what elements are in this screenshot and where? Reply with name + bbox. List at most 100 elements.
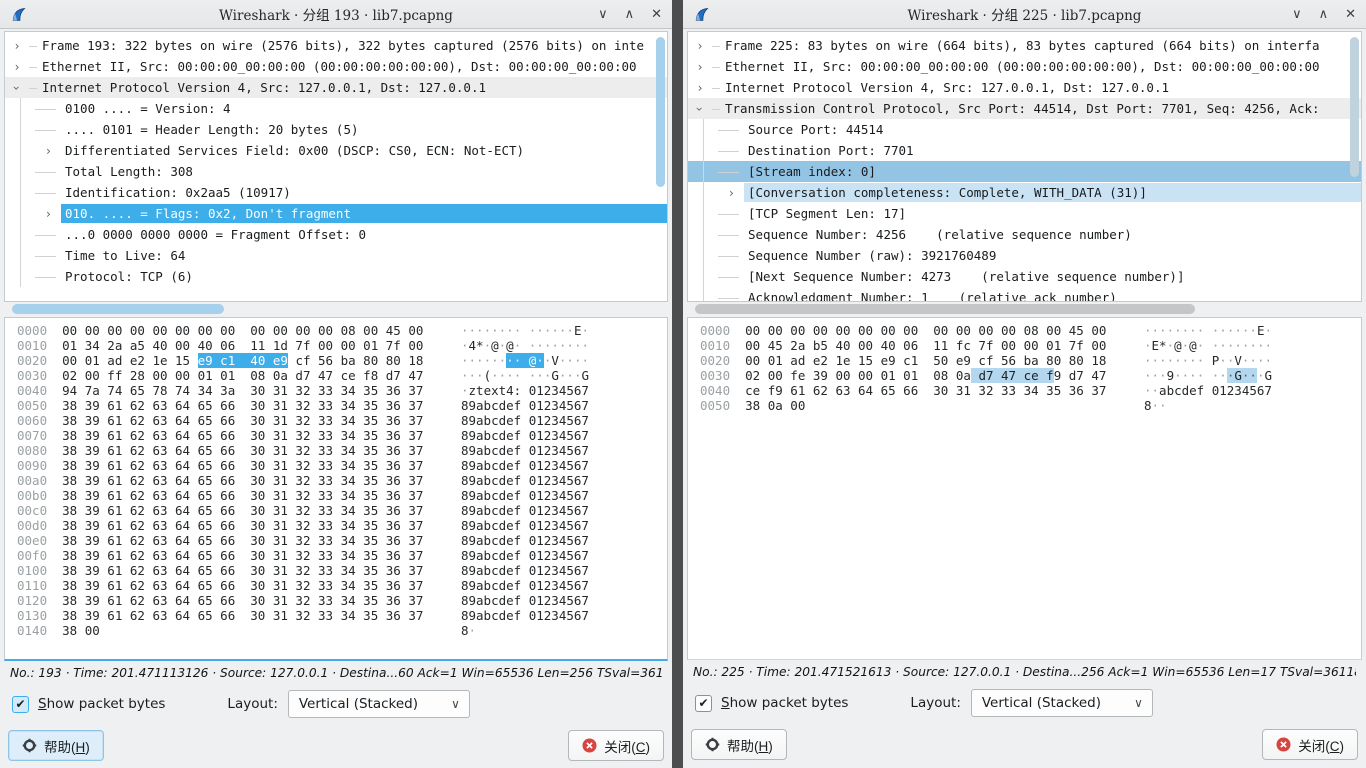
hex-bytes[interactable]: 02 00 ff 28 00 00 01 01 08 0a d7 47 ce f…: [62, 368, 423, 383]
tree-row[interactable]: Source Port: 44514: [688, 119, 1361, 140]
hex-row[interactable]: 011038 39 61 62 63 64 65 66 30 31 32 33 …: [17, 578, 667, 593]
hex-row[interactable]: 003002 00 ff 28 00 00 01 01 08 0a d7 47 …: [17, 368, 667, 383]
horizontal-scrollbar-thumb[interactable]: [695, 304, 1195, 314]
hex-row[interactable]: 00c038 39 61 62 63 64 65 66 30 31 32 33 …: [17, 503, 667, 518]
hex-ascii[interactable]: 8··: [1144, 398, 1167, 413]
window-shade-down-button[interactable]: ∨: [1292, 8, 1302, 21]
help-button[interactable]: 帮助(H): [691, 729, 787, 760]
hex-bytes[interactable]: 38 39 61 62 63 64 65 66 30 31 32 33 34 3…: [62, 413, 423, 428]
hex-bytes[interactable]: 38 39 61 62 63 64 65 66 30 31 32 33 34 3…: [62, 593, 423, 608]
tree-row[interactable]: ›Transmission Control Protocol, Src Port…: [688, 98, 1361, 119]
tree-row[interactable]: Acknowledgment Number: 1 (relative ack n…: [688, 287, 1361, 302]
hex-bytes[interactable]: 38 39 61 62 63 64 65 66 30 31 32 33 34 3…: [62, 608, 423, 623]
tree-row[interactable]: ›Internet Protocol Version 4, Src: 127.0…: [5, 77, 667, 98]
expander-icon[interactable]: ›: [5, 39, 29, 53]
expander-icon[interactable]: ›: [688, 102, 712, 116]
hex-bytes[interactable]: 38 0a 00: [745, 398, 1106, 413]
hex-ascii[interactable]: 89abcdef 01234567: [461, 473, 589, 488]
hex-row[interactable]: 005038 0a 008··: [700, 398, 1361, 413]
hex-row[interactable]: 00e038 39 61 62 63 64 65 66 30 31 32 33 …: [17, 533, 667, 548]
expander-icon[interactable]: ›: [21, 207, 61, 221]
tree-row[interactable]: ›[Conversation completeness: Complete, W…: [688, 182, 1361, 203]
horizontal-scrollbar[interactable]: [687, 303, 1362, 316]
expander-icon[interactable]: ›: [5, 81, 29, 95]
titlebar[interactable]: Wireshark · 分组 225 · lib7.pcapng ∨ ∧ ✕: [683, 0, 1366, 29]
tree-row[interactable]: [Stream index: 0]: [688, 161, 1361, 182]
show-packet-bytes-checkbox[interactable]: ✔: [12, 696, 29, 713]
hex-bytes[interactable]: 38 39 61 62 63 64 65 66 30 31 32 33 34 3…: [62, 548, 423, 563]
hex-bytes[interactable]: 38 39 61 62 63 64 65 66 30 31 32 33 34 3…: [62, 578, 423, 593]
titlebar[interactable]: Wireshark · 分组 193 · lib7.pcapng ∨ ∧ ✕: [0, 0, 672, 29]
hex-ascii[interactable]: 89abcdef 01234567: [461, 578, 589, 593]
tree-row[interactable]: Protocol: TCP (6): [5, 266, 667, 287]
vertical-scrollbar-thumb[interactable]: [656, 37, 665, 187]
hex-ascii[interactable]: 8·: [461, 623, 476, 638]
hex-bytes[interactable]: 00 01 ad e2 1e 15 e9 c1 50 e9 cf 56 ba 8…: [745, 353, 1106, 368]
tree-row[interactable]: ›Differentiated Services Field: 0x00 (DS…: [5, 140, 667, 161]
hex-bytes[interactable]: 00 00 00 00 00 00 00 00 00 00 00 00 08 0…: [62, 323, 423, 338]
tree-row[interactable]: ...0 0000 0000 0000 = Fragment Offset: 0: [5, 224, 667, 245]
hex-bytes[interactable]: 38 39 61 62 63 64 65 66 30 31 32 33 34 3…: [62, 398, 423, 413]
vertical-scrollbar-thumb[interactable]: [1350, 37, 1359, 177]
horizontal-scrollbar[interactable]: [4, 303, 668, 316]
hex-ascii[interactable]: 89abcdef 01234567: [461, 503, 589, 518]
tree-row[interactable]: .... 0101 = Header Length: 20 bytes (5): [5, 119, 667, 140]
hex-ascii[interactable]: 89abcdef 01234567: [461, 413, 589, 428]
tree-row[interactable]: Time to Live: 64: [5, 245, 667, 266]
packet-bytes-pane[interactable]: 000000 00 00 00 00 00 00 00 00 00 00 00 …: [4, 317, 668, 661]
hex-ascii[interactable]: 89abcdef 01234567: [461, 443, 589, 458]
tree-row[interactable]: ›Ethernet II, Src: 00:00:00_00:00:00 (00…: [5, 56, 667, 77]
packet-detail-tree[interactable]: ›Frame 225: 83 bytes on wire (664 bits),…: [687, 31, 1362, 302]
hex-row[interactable]: 006038 39 61 62 63 64 65 66 30 31 32 33 …: [17, 413, 667, 428]
hex-bytes[interactable]: 94 7a 74 65 78 74 34 3a 30 31 32 33 34 3…: [62, 383, 423, 398]
help-button[interactable]: 帮助(H): [8, 730, 104, 761]
hex-row[interactable]: 000000 00 00 00 00 00 00 00 00 00 00 00 …: [700, 323, 1361, 338]
hex-row[interactable]: 003002 00 fe 39 00 00 01 01 08 0a d7 47 …: [700, 368, 1361, 383]
hex-row[interactable]: 00f038 39 61 62 63 64 65 66 30 31 32 33 …: [17, 548, 667, 563]
hex-ascii[interactable]: ········ ······E·: [1144, 323, 1272, 338]
expander-icon[interactable]: ›: [688, 81, 712, 95]
tree-row[interactable]: Sequence Number (raw): 3921760489: [688, 245, 1361, 266]
hex-ascii[interactable]: ···9···· ···G···G: [1144, 368, 1272, 383]
hex-bytes[interactable]: 01 34 2a a5 40 00 40 06 11 1d 7f 00 00 0…: [62, 338, 423, 353]
hex-bytes[interactable]: 38 39 61 62 63 64 65 66 30 31 32 33 34 3…: [62, 458, 423, 473]
tree-row[interactable]: Identification: 0x2aa5 (10917): [5, 182, 667, 203]
hex-row[interactable]: 010038 39 61 62 63 64 65 66 30 31 32 33 …: [17, 563, 667, 578]
hex-row[interactable]: 004094 7a 74 65 78 74 34 3a 30 31 32 33 …: [17, 383, 667, 398]
tree-row[interactable]: ›Ethernet II, Src: 00:00:00_00:00:00 (00…: [688, 56, 1361, 77]
hex-ascii[interactable]: 89abcdef 01234567: [461, 458, 589, 473]
hex-ascii[interactable]: 89abcdef 01234567: [461, 518, 589, 533]
hex-ascii[interactable]: 89abcdef 01234567: [461, 533, 589, 548]
layout-select[interactable]: Vertical (Stacked) ∨: [971, 689, 1153, 717]
tree-row[interactable]: ›Frame 225: 83 bytes on wire (664 bits),…: [688, 35, 1361, 56]
show-packet-bytes-checkbox[interactable]: ✔: [695, 695, 712, 712]
hex-bytes[interactable]: 38 39 61 62 63 64 65 66 30 31 32 33 34 3…: [62, 488, 423, 503]
tree-row[interactable]: 0100 .... = Version: 4: [5, 98, 667, 119]
hex-row[interactable]: 007038 39 61 62 63 64 65 66 30 31 32 33 …: [17, 428, 667, 443]
packet-bytes-pane[interactable]: 000000 00 00 00 00 00 00 00 00 00 00 00 …: [687, 317, 1362, 660]
hex-bytes[interactable]: 00 45 2a b5 40 00 40 06 11 fc 7f 00 00 0…: [745, 338, 1106, 353]
window-shade-down-button[interactable]: ∨: [598, 8, 608, 21]
layout-select[interactable]: Vertical (Stacked) ∨: [288, 690, 470, 718]
hex-row[interactable]: 00d038 39 61 62 63 64 65 66 30 31 32 33 …: [17, 518, 667, 533]
expander-icon[interactable]: ›: [704, 186, 744, 200]
hex-row[interactable]: 009038 39 61 62 63 64 65 66 30 31 32 33 …: [17, 458, 667, 473]
packet-detail-tree[interactable]: ›Frame 193: 322 bytes on wire (2576 bits…: [4, 31, 668, 302]
hex-bytes[interactable]: 38 39 61 62 63 64 65 66 30 31 32 33 34 3…: [62, 563, 423, 578]
hex-ascii[interactable]: 89abcdef 01234567: [461, 593, 589, 608]
tree-row[interactable]: [Next Sequence Number: 4273 (relative se…: [688, 266, 1361, 287]
expander-icon[interactable]: ›: [21, 144, 61, 158]
hex-ascii[interactable]: 89abcdef 01234567: [461, 398, 589, 413]
hex-row[interactable]: 005038 39 61 62 63 64 65 66 30 31 32 33 …: [17, 398, 667, 413]
close-button[interactable]: 关闭(C): [568, 730, 664, 761]
window-shade-up-button[interactable]: ∧: [625, 8, 635, 21]
hex-bytes[interactable]: 38 39 61 62 63 64 65 66 30 31 32 33 34 3…: [62, 518, 423, 533]
window-close-button[interactable]: ✕: [1345, 8, 1356, 21]
hex-ascii[interactable]: 89abcdef 01234567: [461, 428, 589, 443]
hex-bytes[interactable]: 00 00 00 00 00 00 00 00 00 00 00 00 08 0…: [745, 323, 1106, 338]
hex-row[interactable]: 001000 45 2a b5 40 00 40 06 11 fc 7f 00 …: [700, 338, 1361, 353]
window-shade-up-button[interactable]: ∧: [1319, 8, 1329, 21]
hex-row[interactable]: 012038 39 61 62 63 64 65 66 30 31 32 33 …: [17, 593, 667, 608]
hex-ascii[interactable]: ·4*·@·@· ········: [461, 338, 589, 353]
hex-ascii[interactable]: 89abcdef 01234567: [461, 608, 589, 623]
